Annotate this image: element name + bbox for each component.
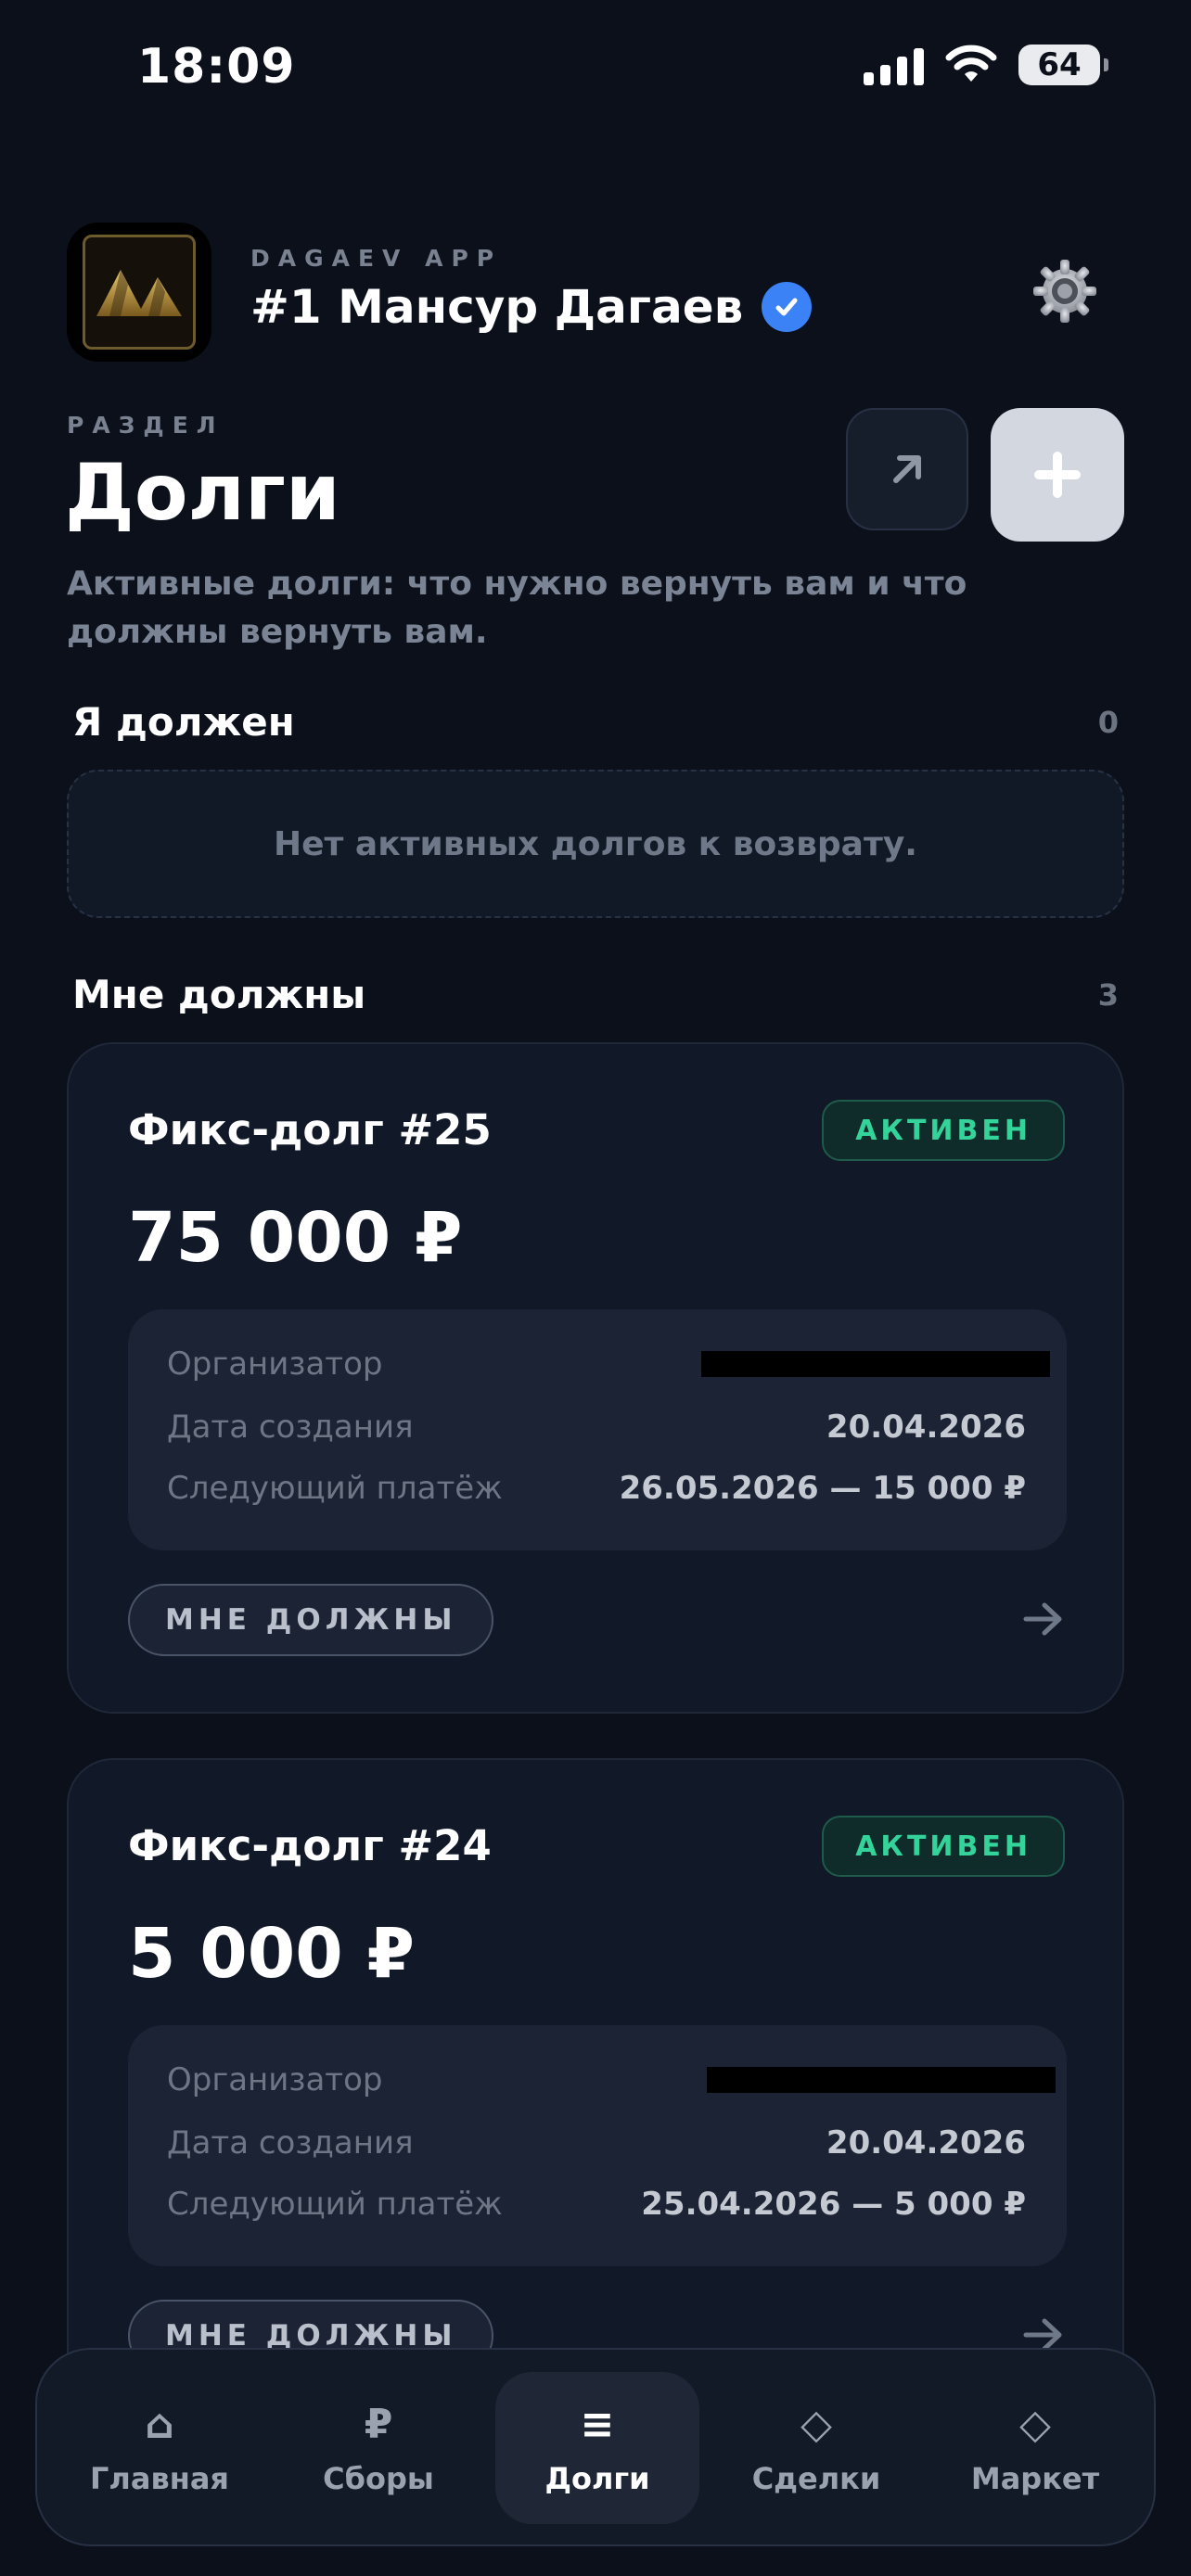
bottom-tab-bar: ⌂ Главная ₽ Сборы ≡ Долги ◇ Сделки ◇ Мар… <box>35 2348 1156 2546</box>
detail-value: 26.05.2026 — 15 000 ₽ <box>619 1470 1026 1507</box>
redacted-organizer-name <box>707 2067 1056 2093</box>
tab-label: Маркет <box>970 2461 1100 2496</box>
detail-value: 20.04.2026 <box>826 2124 1026 2162</box>
detail-row-next-payment: Следующий платёж 25.04.2026 — 5 000 ₽ <box>167 2181 1026 2227</box>
debt-title: Фикс-долг #25 <box>128 1105 492 1154</box>
detail-value: 20.04.2026 <box>826 1409 1026 1446</box>
battery-icon: 64 <box>1018 45 1108 85</box>
i-owe-title: Я должен <box>72 699 295 745</box>
status-badge: АКТИВЕН <box>822 1100 1065 1161</box>
debt-card[interactable]: Фикс-долг #24 АКТИВЕН 5 000 ₽ Организато… <box>67 1758 1124 2429</box>
detail-row-created: Дата создания 20.04.2026 <box>167 2120 1026 2166</box>
debt-direction-tag: МНЕ ДОЛЖНЫ <box>128 1584 494 1656</box>
tab-debts[interactable]: ≡ Долги <box>495 2372 699 2524</box>
debt-card[interactable]: Фикс-долг #25 АКТИВЕН 75 000 ₽ Организат… <box>67 1042 1124 1714</box>
i-owe-header: Я должен 0 <box>72 699 1119 745</box>
detail-row-created: Дата создания 20.04.2026 <box>167 1404 1026 1450</box>
detail-label: Следующий платёж <box>167 1470 503 1507</box>
redacted-organizer-name <box>701 1351 1050 1377</box>
tab-deals[interactable]: ◇ Сделки <box>714 2372 918 2524</box>
detail-row-organizer: Организатор <box>167 1341 1050 1387</box>
detail-label: Дата создания <box>167 1409 414 1446</box>
debt-amount: 5 000 ₽ <box>128 1914 415 1994</box>
i-owe-empty-state: Нет активных долгов к возврату. <box>67 770 1124 918</box>
tab-market[interactable]: ◇ Маркет <box>933 2372 1137 2524</box>
cellular-signal-icon <box>864 45 924 85</box>
screen: 18:09 64 DAGAEV APP #1 Мансур Дагаев РАЗ… <box>0 0 1191 2576</box>
owed-to-me-count: 3 <box>1097 976 1119 1013</box>
user-header: #1 Мансур Дагаев <box>250 280 813 334</box>
detail-label: Дата создания <box>167 2124 414 2162</box>
diamond-icon: ◇ <box>800 2400 832 2448</box>
owed-to-me-header: Мне должны 3 <box>72 972 1119 1017</box>
debt-title: Фикс-долг #24 <box>128 1821 492 1870</box>
diamond-icon: ◇ <box>1019 2400 1051 2448</box>
debt-amount: 75 000 ₽ <box>128 1198 463 1278</box>
tab-collections[interactable]: ₽ Сборы <box>276 2372 480 2524</box>
page-description: Активные долги: что нужно вернуть вам и … <box>67 565 967 651</box>
share-button[interactable] <box>846 408 968 530</box>
detail-row-organizer: Организатор <box>167 2057 1056 2103</box>
tab-home[interactable]: ⌂ Главная <box>58 2372 262 2524</box>
detail-label: Организатор <box>167 2061 383 2098</box>
plus-icon <box>1034 452 1081 498</box>
ruble-icon: ₽ <box>364 2400 393 2448</box>
detail-row-next-payment: Следующий платёж 26.05.2026 — 15 000 ₽ <box>167 1465 1026 1511</box>
tab-label: Сборы <box>323 2461 434 2496</box>
wifi-icon <box>945 45 997 82</box>
add-debt-button[interactable] <box>991 408 1124 542</box>
section-caption: РАЗДЕЛ <box>67 412 224 439</box>
detail-label: Организатор <box>167 1345 383 1383</box>
detail-value: 25.04.2026 — 5 000 ₽ <box>641 2186 1026 2223</box>
arrow-right-icon[interactable] <box>1022 1600 1065 1638</box>
battery-level: 64 <box>1037 46 1082 83</box>
gear-icon[interactable] <box>1031 258 1098 325</box>
tab-label: Долги <box>544 2461 650 2496</box>
status-badge: АКТИВЕН <box>822 1816 1065 1877</box>
list-icon: ≡ <box>580 2400 615 2448</box>
detail-label: Следующий платёж <box>167 2186 503 2223</box>
debt-details: Организатор Дата создания 20.04.2026 Сле… <box>128 1309 1067 1550</box>
tab-label: Главная <box>90 2461 229 2496</box>
i-owe-count: 0 <box>1097 704 1119 740</box>
page-title: Долги <box>65 447 340 538</box>
verified-badge-icon <box>762 282 813 332</box>
debt-details: Организатор Дата создания 20.04.2026 Сле… <box>128 2025 1067 2266</box>
user-name: #1 Мансур Дагаев <box>250 280 744 334</box>
tab-label: Сделки <box>751 2461 881 2496</box>
home-icon: ⌂ <box>145 2400 174 2448</box>
status-icons: 64 <box>864 45 1108 85</box>
status-time: 18:09 <box>137 39 296 95</box>
empty-state-text: Нет активных долгов к возврату. <box>273 824 917 863</box>
owed-to-me-title: Мне должны <box>72 972 366 1017</box>
app-logo <box>67 223 211 362</box>
app-caption: DAGAEV APP <box>250 245 503 272</box>
arrow-up-right-icon <box>893 455 921 483</box>
mountains-logo-icon <box>96 270 182 316</box>
